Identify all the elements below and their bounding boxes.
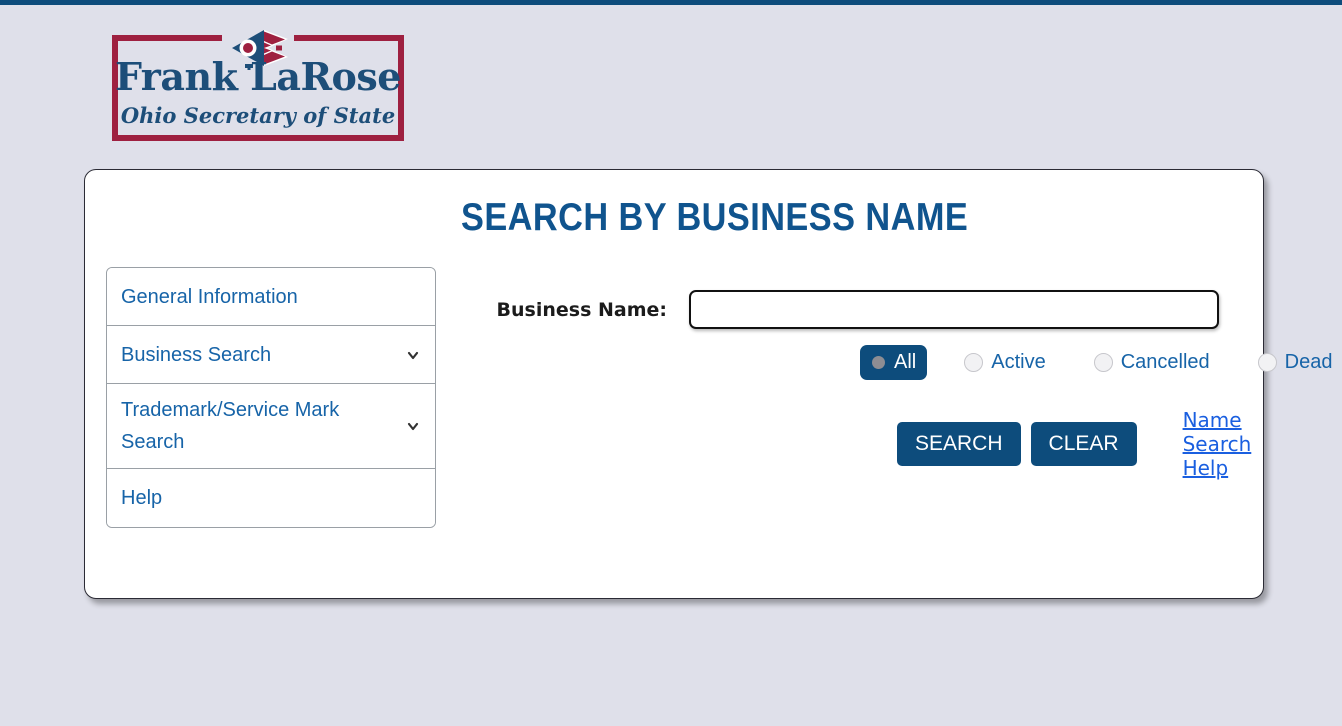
chevron-down-icon (407, 422, 419, 431)
status-radio-label: Cancelled (1120, 351, 1210, 373)
business-name-search-form: Business Name: All Active Cancelled Dead (465, 290, 1332, 480)
search-button[interactable]: SEARCH (897, 422, 1021, 466)
sidebar-item-general-information[interactable]: General Information (107, 268, 435, 326)
chevron-down-icon (407, 351, 419, 359)
logo-frame-top-left (112, 35, 222, 41)
status-radio-dead[interactable]: Dead (1247, 345, 1342, 380)
sidebar-item-label: Business Search (121, 343, 272, 366)
logo-frame-bottom (112, 135, 404, 141)
sidebar-item-business-search[interactable]: Business Search (107, 326, 435, 384)
site-header: Frank LaRose Ohio Secretary of State (0, 5, 1342, 160)
sidebar-item-label: Help (121, 487, 163, 509)
logo[interactable]: Frank LaRose Ohio Secretary of State (112, 29, 404, 141)
business-name-input[interactable] (689, 290, 1219, 329)
status-radio-label: Active (991, 351, 1046, 373)
sidebar-item-label: General Information (121, 285, 298, 308)
sidebar-item-label: Trademark/Service Mark Search (121, 399, 340, 453)
status-radio-label: All (894, 351, 917, 373)
radio-mark-icon (1093, 353, 1113, 372)
sidebar-item-help[interactable]: Help (107, 469, 435, 527)
form-action-row: SEARCH CLEAR Name Search Help (465, 408, 1251, 480)
business-name-label: Business Name: (496, 298, 667, 321)
radio-mark-icon (872, 355, 887, 370)
name-search-help-link[interactable]: Name Search Help (1183, 408, 1252, 480)
status-radio-active[interactable]: Active (953, 345, 1056, 380)
sidebar-item-trademark-service-mark-search[interactable]: Trademark/Service Mark Search (107, 384, 435, 469)
main-card: SEARCH BY BUSINESS NAME General Informat… (84, 169, 1332, 599)
logo-subtitle: Ohio Secretary of State (120, 103, 396, 128)
clear-button[interactable]: CLEAR (1030, 422, 1137, 466)
sidebar-nav: General Information Business Search Trad… (106, 267, 436, 528)
status-radio-all[interactable]: All (860, 345, 928, 380)
business-name-field-row: Business Name: (465, 290, 1245, 329)
logo-name: Frank LaRose (115, 54, 401, 99)
radio-mark-icon (964, 353, 984, 372)
status-filter-radio-group: All Active Cancelled Dead (465, 345, 1332, 380)
logo-frame-top-right (294, 35, 404, 41)
status-radio-cancelled[interactable]: Cancelled (1083, 345, 1221, 380)
page-title: SEARCH BY BUSINESS NAME (460, 196, 969, 239)
status-radio-label: Dead (1284, 351, 1333, 373)
radio-mark-icon (1257, 353, 1277, 372)
